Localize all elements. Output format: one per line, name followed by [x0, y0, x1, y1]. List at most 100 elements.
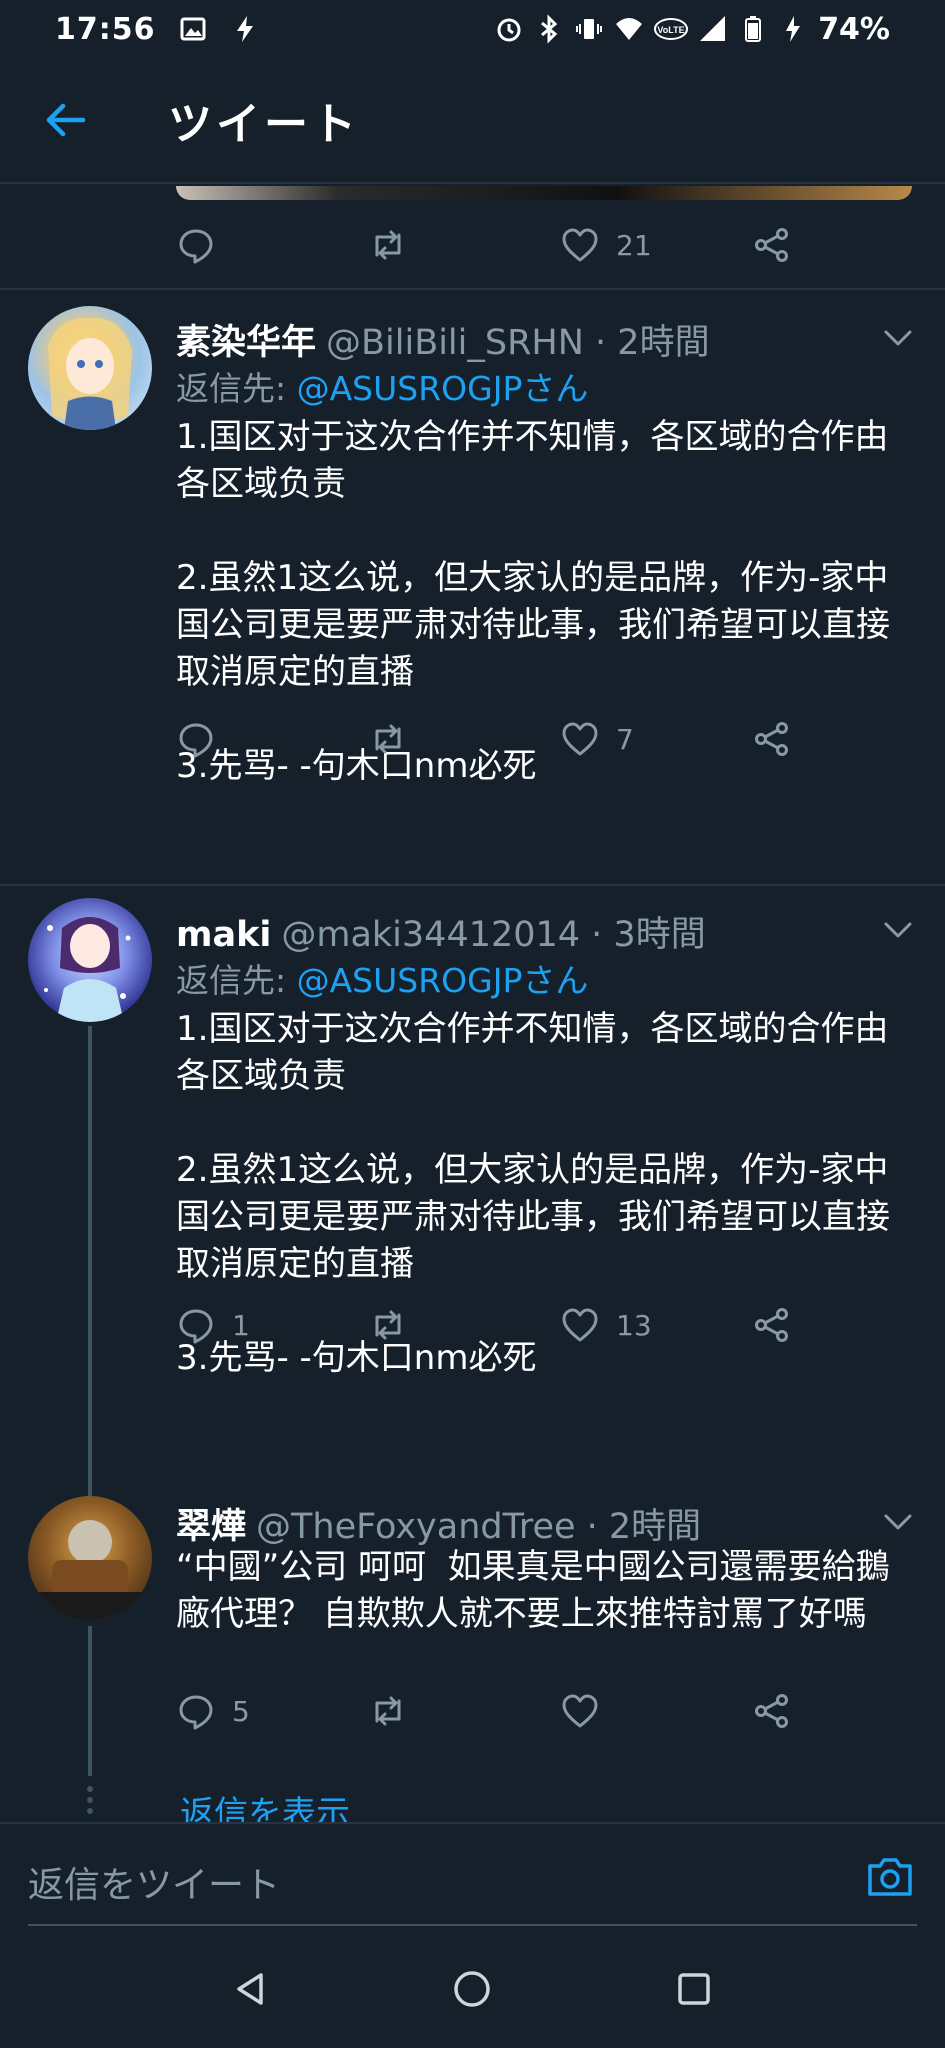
retweet-arrows-icon	[375, 1696, 401, 1726]
share-nodes-icon	[755, 722, 788, 756]
retweet-button[interactable]	[368, 714, 424, 764]
reply-count: 5	[232, 1694, 250, 1728]
circle-home-icon	[454, 1971, 491, 2007]
heart-icon	[562, 1694, 598, 1728]
reply-to: 返信先: @ASUSROGJPさん	[176, 362, 588, 410]
bolt-notification-icon	[236, 16, 253, 42]
warhammer-avatar-art	[28, 1520, 152, 1620]
display-name[interactable]: 翠燁	[176, 1498, 246, 1549]
avatar[interactable]	[28, 898, 152, 1022]
heart-icon	[562, 228, 598, 262]
tweet-thread[interactable]: 21 素染华年 @BiliBili_SRHN · 2時間 返信先: @ASUSR…	[0, 186, 945, 1822]
reply-to-prefix: 返信先:	[176, 369, 297, 408]
reply-to-prefix: 返信先:	[176, 961, 297, 1000]
heart-icon	[562, 1308, 598, 1342]
square-recents-icon	[678, 1973, 710, 2005]
alarm-icon	[497, 18, 521, 42]
chevron-down-icon[interactable]	[880, 320, 916, 356]
retweet-button[interactable]	[368, 1300, 424, 1350]
speech-bubble-icon	[179, 229, 213, 264]
share-nodes-icon	[755, 228, 788, 262]
retweet-arrows-icon	[375, 230, 401, 260]
like-count: 21	[616, 228, 652, 262]
page-title: ツイート	[168, 99, 360, 150]
cell-signal-icon	[700, 16, 726, 41]
image-notification-icon	[180, 17, 205, 41]
retweet-arrows-icon	[375, 724, 401, 754]
like-button[interactable]: 7	[560, 714, 634, 764]
avatar[interactable]	[28, 306, 152, 430]
share-button[interactable]	[752, 1686, 792, 1736]
wifi-icon	[616, 18, 643, 40]
anime-avatar-art	[48, 317, 132, 430]
status-bar: 17:56 VoLTE 74%	[0, 0, 945, 58]
handle-time: @TheFoxyandTree · 2時間	[256, 1507, 702, 1547]
speech-bubble-icon	[179, 1309, 213, 1344]
status-time: 17:56	[55, 11, 156, 47]
prev-tweet-actions: 21	[176, 220, 796, 270]
share-nodes-icon	[755, 1694, 788, 1728]
volte-icon: VoLTE	[654, 18, 689, 40]
display-name[interactable]: 素染华年	[176, 314, 316, 365]
tweet-header: maki @maki34412014 · 3時間	[176, 906, 865, 955]
anime-avatar-art	[44, 917, 131, 1022]
like-count: 7	[616, 722, 634, 756]
app-bar: ツイート	[0, 58, 945, 184]
system-nav-bar	[0, 1930, 945, 2048]
input-underline	[28, 1924, 917, 1926]
like-button[interactable]	[560, 1686, 616, 1736]
avatar[interactable]	[28, 1496, 152, 1620]
camera-icon[interactable]	[864, 1852, 916, 1900]
like-button[interactable]: 13	[560, 1300, 652, 1350]
nav-back-button[interactable]	[221, 1959, 281, 2019]
reply-to-link[interactable]: @ASUSROGJPさん	[297, 369, 589, 408]
charging-icon	[786, 16, 801, 42]
reply-input[interactable]: 返信をツイート	[28, 1856, 280, 1908]
tweet-header: 素染华年 @BiliBili_SRHN · 2時間	[176, 314, 865, 363]
nav-home-button[interactable]	[442, 1959, 502, 2019]
reply-button[interactable]: 5	[176, 1686, 250, 1736]
share-button[interactable]	[752, 1300, 792, 1350]
speech-bubble-icon	[179, 1695, 213, 1730]
tweet-text: “中國”公司 呵呵 如果真是中國公司還需要給鵝廠代理？ 自欺欺人就不要上來推特討…	[176, 1547, 890, 1634]
handle-time: @maki34412014 · 3時間	[281, 915, 706, 955]
arrow-left-icon	[46, 103, 86, 137]
tweet[interactable]: 素染华年 @BiliBili_SRHN · 2時間 返信先: @ASUSROGJ…	[0, 290, 945, 786]
nav-recents-button[interactable]	[664, 1959, 724, 2019]
triangle-back-icon	[237, 1973, 263, 2005]
tweet-actions: 7	[176, 714, 796, 764]
show-replies-link[interactable]: 返信を表示	[180, 1786, 350, 1822]
share-nodes-icon	[755, 1308, 788, 1342]
retweet-button[interactable]	[368, 220, 424, 270]
vibrate-icon	[576, 19, 603, 39]
display-name[interactable]: maki	[176, 915, 271, 955]
like-count: 13	[616, 1308, 652, 1342]
reply-button[interactable]	[176, 714, 232, 764]
tweet[interactable]: maki @maki34412014 · 3時間 返信先: @ASUSROGJP…	[0, 886, 945, 1646]
svg-text:VoLTE: VoLTE	[658, 25, 685, 35]
reply-to: 返信先: @ASUSROGJPさん	[176, 954, 588, 1002]
retweet-button[interactable]	[368, 1686, 424, 1736]
reply-count: 1	[232, 1308, 250, 1342]
speech-bubble-icon	[179, 723, 213, 758]
chevron-down-icon[interactable]	[880, 912, 916, 948]
thread-dots-icon	[87, 1786, 93, 1814]
battery-icon	[745, 16, 762, 42]
like-button[interactable]: 21	[560, 220, 652, 270]
previous-tweet-media[interactable]	[176, 186, 912, 200]
retweet-arrows-icon	[375, 1310, 401, 1340]
back-button[interactable]	[0, 57, 130, 183]
thread-line	[88, 1626, 92, 1776]
share-button[interactable]	[752, 714, 792, 764]
chevron-down-icon[interactable]	[880, 1504, 916, 1540]
reply-to-link[interactable]: @ASUSROGJPさん	[297, 961, 589, 1000]
share-button[interactable]	[752, 220, 792, 270]
reply-composer: 返信をツイート	[0, 1822, 945, 1930]
reply-button[interactable]	[176, 220, 232, 270]
tweet-actions: 1 13	[176, 1300, 796, 1350]
tweet-header: 翠燁 @TheFoxyandTree · 2時間	[176, 1498, 865, 1547]
heart-icon	[562, 722, 598, 756]
bluetooth-icon	[541, 14, 558, 44]
tweet-actions: 5	[176, 1686, 796, 1736]
reply-button[interactable]: 1	[176, 1300, 250, 1350]
